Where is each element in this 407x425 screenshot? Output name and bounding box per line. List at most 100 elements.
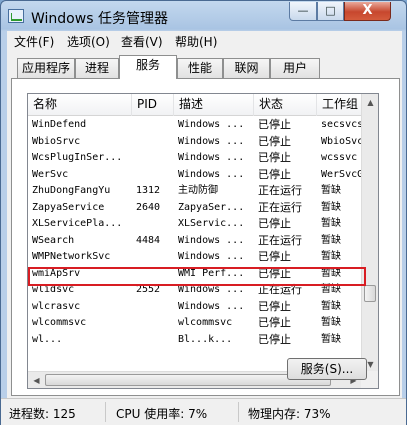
services-button[interactable]: 服务(S)... — [287, 358, 367, 380]
maximize-button[interactable]: □ — [317, 2, 344, 21]
cell-description: Windows ... — [178, 284, 245, 295]
cell-status: 已停止 — [258, 167, 291, 181]
status-divider — [238, 402, 239, 422]
cell-name: XLServicePla... — [32, 218, 123, 229]
table-row[interactable]: WcsPlugInSer... Windows ... 已停止 wcssvc — [28, 150, 362, 166]
cell-pid — [132, 266, 174, 282]
tab-processes[interactable]: 进程 — [75, 58, 119, 78]
cell-name: wl... — [32, 333, 63, 345]
cell-group: 暂缺 — [321, 218, 341, 229]
table-row[interactable]: WinDefend Windows ... 已停止 secsvcs — [28, 117, 362, 133]
cell-name: WSearch — [32, 234, 75, 246]
cell-description: Windows ... — [178, 300, 245, 312]
tab-performance[interactable]: 性能 — [177, 58, 223, 78]
cell-name: wlcrasvc — [32, 300, 81, 312]
process-count: 进程数: 125 — [9, 407, 76, 421]
tab-networking[interactable]: 联网 — [223, 58, 270, 78]
column-name[interactable]: 名称 — [28, 94, 132, 116]
cell-description: Windows ... — [178, 168, 245, 180]
cell-status: 已停止 — [258, 266, 291, 280]
cell-status: 已停止 — [258, 134, 291, 148]
cell-group: 暂缺 — [321, 333, 341, 345]
cell-status: 已停止 — [258, 217, 291, 230]
vertical-scrollbar[interactable]: ▲ ▼ — [361, 94, 378, 388]
table-row[interactable]: wlidsvc 2552 Windows ... 正在运行 暂缺 — [28, 282, 362, 298]
scroll-left-icon[interactable]: ◀ — [28, 372, 45, 388]
cell-status: 已停止 — [258, 332, 291, 346]
cell-name: wmiApSrv — [32, 267, 81, 279]
cell-group: 暂缺 — [321, 185, 341, 196]
table-row[interactable]: XLServicePla... XLServic... 已停止 暂缺 — [28, 216, 362, 232]
services-list[interactable]: 名称 PID 描述 状态 工作组 WinDefend Windows ... 已停止… — [27, 93, 379, 389]
cell-status: 已停止 — [258, 299, 291, 313]
cell-pid — [132, 249, 174, 265]
status-bar: 进程数: 125 CPU 使用率: 7% 物理内存: 73% — [1, 398, 406, 425]
cell-pid — [132, 332, 174, 348]
tab-services[interactable]: 服务 — [119, 55, 177, 79]
cell-name: ZhuDongFangYu — [32, 185, 111, 196]
tab-applications[interactable]: 应用程序 — [17, 58, 75, 78]
minimize-button[interactable]: — — [289, 2, 317, 21]
table-row[interactable]: wlcommsvc wlcommsvc 已停止 暂缺 — [28, 315, 362, 331]
cell-group: 暂缺 — [321, 284, 341, 295]
column-description[interactable]: 描述 — [174, 94, 254, 116]
cell-name: WerSvc — [32, 168, 69, 180]
table-row[interactable]: WerSvc Windows ... 已停止 WerSvcG — [28, 167, 362, 183]
table-row[interactable]: ZhuDongFangYu 1312 主动防御 正在运行 暂缺 — [28, 183, 362, 199]
cell-status: 正在运行 — [258, 283, 302, 296]
column-pid[interactable]: PID — [132, 94, 174, 116]
status-divider — [105, 402, 106, 422]
menu-view[interactable]: 查看(V) — [121, 33, 163, 50]
memory-usage: 物理内存: 73% — [248, 407, 331, 421]
title-bar[interactable]: Windows 任务管理器 — □ X — [1, 1, 406, 31]
cell-name: ZapyaService — [32, 201, 105, 213]
cell-pid — [132, 216, 174, 232]
cell-pid — [132, 150, 174, 166]
table-row[interactable]: wl... Bl...k... 已停止 暂缺 — [28, 332, 362, 348]
table-row[interactable]: WMPNetworkSvc Windows ... 已停止 暂缺 — [28, 249, 362, 265]
cell-pid — [132, 134, 174, 150]
window-title: Windows 任务管理器 — [31, 11, 168, 27]
cell-pid — [132, 167, 174, 183]
cell-description: Windows ... — [178, 251, 245, 262]
table-row[interactable]: wmiApSrv WMI Perf... 已停止 暂缺 — [28, 266, 362, 282]
table-row[interactable]: wlcrasvc Windows ... 已停止 暂缺 — [28, 299, 362, 315]
cell-status: 已停止 — [258, 316, 291, 329]
scroll-up-icon[interactable]: ▲ — [363, 94, 378, 111]
menu-help[interactable]: 帮助(H) — [175, 33, 217, 50]
menu-file[interactable]: 文件(F) — [14, 33, 54, 50]
cell-pid — [132, 117, 174, 133]
column-status[interactable]: 状态 — [254, 94, 317, 116]
close-button[interactable]: X — [344, 2, 391, 21]
cell-pid: 2552 — [136, 284, 161, 295]
list-header: 名称 PID 描述 状态 工作组 — [28, 94, 362, 116]
cell-pid: 1312 — [136, 185, 161, 196]
cell-description: Bl...k... — [178, 333, 233, 345]
vertical-scroll-thumb[interactable] — [364, 285, 376, 302]
cell-group: 暂缺 — [321, 300, 341, 312]
cell-description: ZapyaSer... — [178, 201, 245, 213]
cell-name: WcsPlugInSer... — [32, 152, 123, 163]
cell-status: 正在运行 — [258, 233, 302, 247]
cell-description: Windows ... — [178, 135, 245, 147]
cell-description: Windows ... — [178, 119, 245, 130]
cell-group: 暂缺 — [321, 317, 341, 328]
menu-options[interactable]: 选项(O) — [67, 33, 110, 50]
table-row[interactable]: WSearch 4484 Windows ... 正在运行 暂缺 — [28, 233, 362, 249]
table-row[interactable]: WbioSrvc Windows ... 已停止 WbioSvcG — [28, 134, 362, 150]
cell-name: WinDefend — [32, 119, 87, 130]
cell-pid: 2640 — [136, 201, 161, 213]
cell-group: WerSvcG — [321, 168, 362, 180]
cell-name: WbioSrvc — [32, 135, 81, 147]
cpu-usage: CPU 使用率: 7% — [116, 407, 208, 421]
column-group[interactable]: 工作组 — [317, 94, 362, 116]
cell-group: secsvcs — [321, 119, 362, 130]
tab-users[interactable]: 用户 — [270, 58, 320, 78]
cell-name: wlidsvc — [32, 284, 75, 295]
cell-description: wlcommsvc — [178, 317, 233, 328]
table-row[interactable]: ZapyaService 2640 ZapyaSer... 正在运行 暂缺 — [28, 200, 362, 216]
cell-group: wcssvc — [321, 152, 358, 163]
cell-description: 主动防御 — [178, 185, 218, 196]
cell-pid: 4484 — [136, 234, 161, 246]
cell-status: 已停止 — [258, 118, 291, 131]
